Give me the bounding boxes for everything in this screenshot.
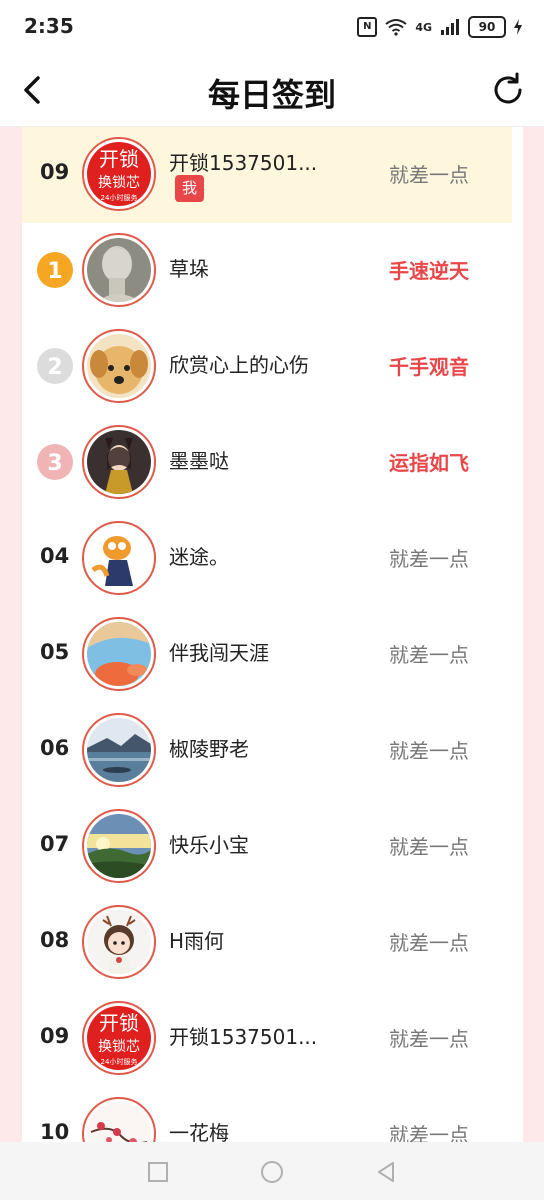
bronze-medal-icon: 3: [37, 444, 73, 480]
user-name: 欣赏心上的心伤: [169, 353, 309, 377]
lock-service-avatar-image: 开锁 换锁芯 24小时服务: [87, 142, 151, 206]
user-name: 开锁1537501...: [169, 151, 318, 175]
rank-number: 08: [40, 928, 70, 952]
network-type: 4G: [415, 20, 432, 34]
avatar-lock-text-top: 开锁: [99, 1011, 139, 1035]
avatar-lock-text-bottom: 24小时服务: [101, 1057, 138, 1066]
puppy-avatar-image: [87, 334, 151, 398]
avatar[interactable]: [82, 521, 156, 595]
avatar[interactable]: [82, 1097, 156, 1142]
avatar[interactable]: [82, 329, 156, 403]
avatar[interactable]: 开锁 换锁芯 24小时服务: [82, 1001, 156, 1075]
avatar[interactable]: [82, 713, 156, 787]
rank-number: 10: [40, 1120, 70, 1142]
user-name: 开锁1537501...: [169, 1025, 318, 1049]
checkin-status: 就差一点: [389, 835, 469, 859]
ranking-row-7[interactable]: 07 快乐小宝 就差一点: [22, 799, 523, 895]
system-navigation-bar: [0, 1142, 544, 1200]
status-time: 2:35: [24, 14, 74, 38]
user-name: 快乐小宝: [169, 833, 249, 857]
ranking-row-6[interactable]: 06 椒陵野老 就差一点: [22, 703, 523, 799]
sunrise-mountain-avatar-image: [87, 814, 151, 878]
avatar-lock-text-mid: 换锁芯: [98, 174, 140, 191]
gold-medal-icon: 1: [37, 252, 73, 288]
checkin-status: 就差一点: [389, 739, 469, 763]
avatar[interactable]: [82, 905, 156, 979]
ranking-row-3[interactable]: 3 墨墨哒 运指如飞: [22, 415, 523, 511]
medal-rank: 1: [47, 259, 62, 284]
user-name: 一花梅: [169, 1121, 229, 1142]
signal-icon: [441, 19, 459, 35]
ranking-row-5[interactable]: 05 伴我闯天涯 就差一点: [22, 607, 523, 703]
checkin-status: 就差一点: [389, 1027, 469, 1051]
page-title: 每日签到: [207, 76, 336, 114]
nfc-icon: N: [357, 17, 378, 37]
back-nav-icon[interactable]: [374, 1160, 398, 1184]
avatar-lock-text-mid: 换锁芯: [98, 1038, 140, 1055]
rank-number: 06: [40, 736, 70, 760]
my-ranking-row[interactable]: 09 开锁 换锁芯 24小时服务 开锁1537501... 我 就差一点: [22, 127, 512, 223]
checkin-status: 就差一点: [389, 163, 469, 187]
checkin-status: 就差一点: [389, 547, 469, 571]
garfield-avatar-image: [87, 526, 151, 590]
ranking-row-2[interactable]: 2 欣赏心上的心伤 千手观音: [22, 319, 523, 415]
user-name: 草垛: [169, 257, 209, 281]
user-name: 伴我闯天涯: [169, 641, 269, 665]
ranking-row-10[interactable]: 10 一花梅 就差一点: [22, 1087, 523, 1142]
avatar[interactable]: [82, 809, 156, 883]
me-badge: 我: [175, 175, 204, 202]
header: 每日签到: [0, 56, 544, 127]
checkin-status: 就差一点: [389, 1123, 469, 1142]
cartoon-girl-avatar-image: [87, 430, 151, 494]
medal-rank: 2: [47, 355, 62, 380]
checkin-status: 运指如飞: [389, 451, 469, 475]
refresh-icon[interactable]: [490, 72, 526, 108]
recent-apps-icon[interactable]: [146, 1160, 170, 1184]
rank-number: 09: [40, 160, 70, 184]
rank-number: 04: [40, 544, 70, 568]
checkin-status: 手速逆天: [389, 259, 469, 283]
seaside-avatar-image: [87, 622, 151, 686]
rank-number: 09: [40, 1024, 70, 1048]
avatar[interactable]: 开锁 换锁芯 24小时服务: [82, 137, 156, 211]
checkin-status: 就差一点: [389, 931, 469, 955]
rank-number: 07: [40, 832, 70, 856]
ranking-row-1[interactable]: 1 草垛 手速逆天: [22, 223, 523, 319]
avatar-lock-text-top: 开锁: [99, 147, 139, 171]
checkin-status: 千手观音: [389, 355, 469, 379]
avatar-lock-text-bottom: 24小时服务: [101, 193, 138, 202]
ranking-list[interactable]: 09 开锁 换锁芯 24小时服务 开锁1537501... 我 就差一点 1 草…: [22, 127, 523, 1142]
charging-icon: [514, 19, 522, 35]
checkin-status: 就差一点: [389, 643, 469, 667]
ranking-row-4[interactable]: 04 迷途。 就差一点: [22, 511, 523, 607]
rank-number: 05: [40, 640, 70, 664]
battery-icon: 90: [468, 16, 506, 38]
user-name: H雨何: [169, 929, 225, 953]
status-bar: 2:35 N 4G 90: [0, 0, 544, 56]
user-name: 迷途。: [169, 545, 229, 569]
medal-rank: 3: [47, 451, 62, 476]
avatar[interactable]: [82, 233, 156, 307]
home-icon[interactable]: [260, 1160, 284, 1184]
avatar[interactable]: [82, 617, 156, 691]
status-icons: N 4G 90: [357, 16, 522, 38]
lake-avatar-image: [87, 718, 151, 782]
ranking-row-8[interactable]: 08 H雨何 就差一点: [22, 895, 523, 991]
cartoon-girl-antlers-avatar-image: [87, 910, 151, 974]
silver-medal-icon: 2: [37, 348, 73, 384]
ranking-row-9[interactable]: 09 开锁 换锁芯 24小时服务 开锁1537501... 就差一点: [22, 991, 523, 1087]
lock-service-avatar-image: 开锁 换锁芯 24小时服务: [87, 1006, 151, 1070]
user-name: 椒陵野老: [169, 737, 249, 761]
plum-blossom-avatar-image: [87, 1102, 151, 1142]
user-name: 墨墨哒: [169, 449, 229, 473]
avatar[interactable]: [82, 425, 156, 499]
statue-avatar-image: [87, 238, 151, 302]
wifi-icon: [385, 19, 407, 36]
